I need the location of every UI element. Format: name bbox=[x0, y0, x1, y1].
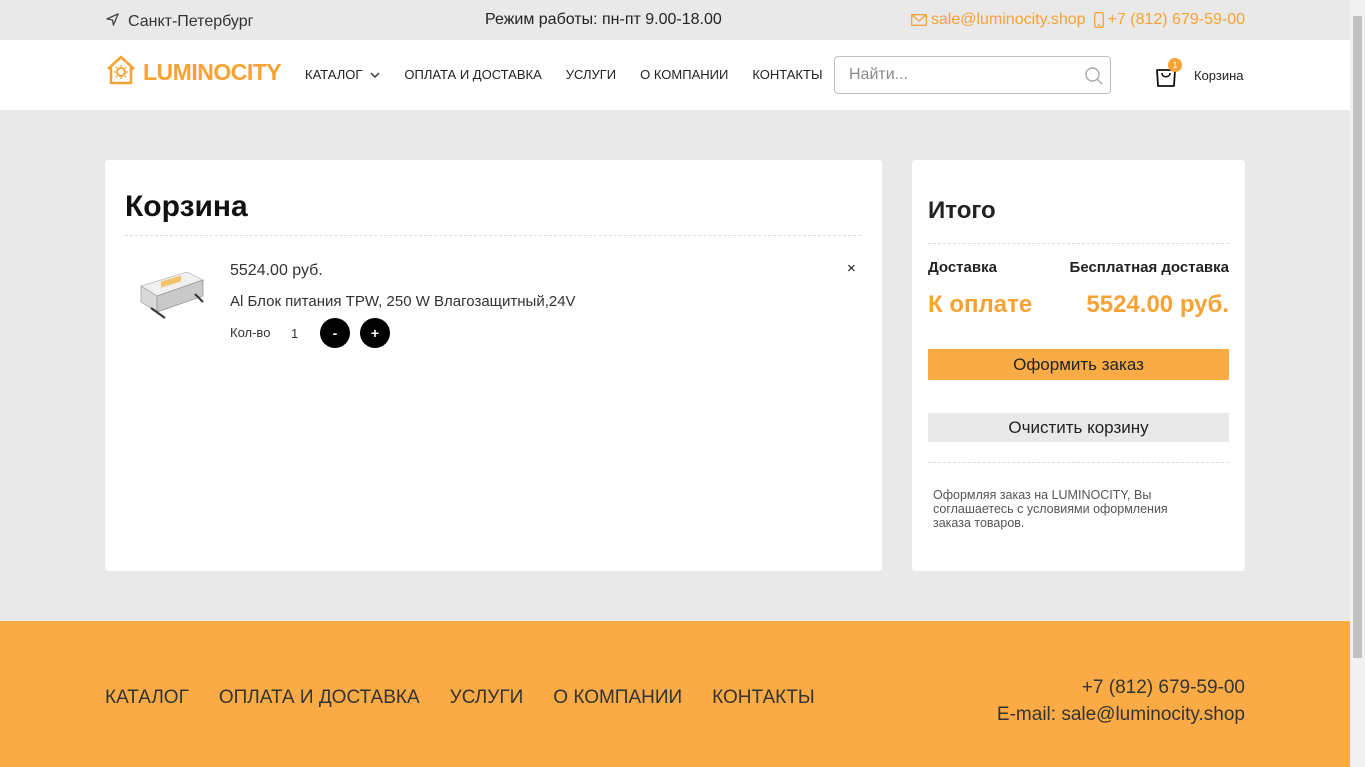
nav-contacts[interactable]: КОНТАКТЫ bbox=[752, 67, 822, 82]
email-text: sale@luminocity.shop bbox=[930, 11, 1086, 28]
top-contacts: sale@luminocity.shop +7 (812) 679-59-00 bbox=[910, 11, 1245, 29]
total-label: К оплате bbox=[928, 291, 1033, 318]
phone-text: +7 (812) 679-59-00 bbox=[1107, 11, 1245, 28]
delivery-label: Доставка bbox=[928, 259, 997, 276]
main-header: LUMINOCITY КАТАЛОГ ОПЛАТА И ДОСТАВКА УСЛ… bbox=[0, 40, 1350, 110]
search-icon[interactable] bbox=[1084, 66, 1104, 91]
location-arrow-icon bbox=[105, 12, 120, 32]
nav-catalog[interactable]: КАТАЛОГ bbox=[305, 67, 380, 82]
phone-link[interactable]: +7 (812) 679-59-00 bbox=[1093, 11, 1245, 29]
divider bbox=[928, 462, 1229, 463]
cart-count-badge: 1 bbox=[1168, 58, 1182, 72]
nav-payment-delivery[interactable]: ОПЛАТА И ДОСТАВКА bbox=[404, 67, 541, 82]
footer-nav-about[interactable]: О КОМПАНИИ bbox=[553, 687, 682, 709]
house-lamp-icon bbox=[105, 55, 137, 90]
search-box bbox=[834, 56, 1111, 94]
divider bbox=[928, 243, 1229, 244]
checkout-button[interactable]: Оформить заказ bbox=[928, 349, 1229, 380]
city-name: Санкт-Петербург bbox=[128, 13, 254, 30]
chevron-down-icon bbox=[370, 67, 380, 82]
order-summary-panel: Итого Доставка Бесплатная доставка К опл… bbox=[912, 160, 1245, 571]
delivery-value: Бесплатная доставка bbox=[1069, 259, 1229, 276]
divider bbox=[125, 235, 861, 236]
footer-phone[interactable]: +7 (812) 679-59-00 bbox=[997, 674, 1245, 701]
nav-about[interactable]: О КОМПАНИИ bbox=[640, 67, 728, 82]
footer-nav-contacts[interactable]: КОНТАКТЫ bbox=[712, 687, 815, 709]
footer-email[interactable]: E-mail: sale@luminocity.shop bbox=[997, 701, 1245, 728]
cart-panel: Корзина 5524.00 руб. Al Блок питания TPW… bbox=[105, 160, 882, 571]
product-image[interactable] bbox=[137, 264, 207, 322]
footer-nav-catalog[interactable]: КАТАЛОГ bbox=[105, 687, 189, 709]
search-input[interactable] bbox=[849, 66, 1079, 84]
footer-nav-services[interactable]: УСЛУГИ bbox=[450, 687, 524, 709]
phone-icon bbox=[1093, 12, 1104, 28]
cart-label: Корзина bbox=[1194, 67, 1244, 83]
footer-contacts: +7 (812) 679-59-00 E-mail: sale@luminoci… bbox=[997, 674, 1245, 728]
item-price: 5524.00 руб. bbox=[230, 262, 323, 279]
header-cart[interactable]: 1 Корзина bbox=[1154, 58, 1244, 88]
mail-icon bbox=[910, 14, 927, 26]
quantity-increase-button[interactable]: + bbox=[360, 318, 390, 348]
working-hours: Режим работы: пн-пт 9.00-18.00 bbox=[485, 11, 722, 28]
logo-text: LUMINOCITY bbox=[143, 59, 282, 85]
quantity-value[interactable]: 1 bbox=[291, 326, 298, 341]
top-info-bar: Санкт-Петербург Режим работы: пн-пт 9.00… bbox=[0, 0, 1350, 40]
footer: КАТАЛОГ ОПЛАТА И ДОСТАВКА УСЛУГИ О КОМПА… bbox=[0, 621, 1350, 767]
summary-title: Итого bbox=[928, 197, 996, 224]
main-nav: КАТАЛОГ ОПЛАТА И ДОСТАВКА УСЛУГИ О КОМПА… bbox=[305, 67, 822, 82]
footer-nav-payment-delivery[interactable]: ОПЛАТА И ДОСТАВКА bbox=[219, 687, 420, 709]
total-value: 5524.00 руб. bbox=[1086, 291, 1229, 318]
item-name[interactable]: Al Блок питания TPW, 250 W Влагозащитный… bbox=[230, 293, 576, 310]
footer-nav: КАТАЛОГ ОПЛАТА И ДОСТАВКА УСЛУГИ О КОМПА… bbox=[105, 687, 815, 709]
nav-services[interactable]: УСЛУГИ bbox=[566, 67, 616, 82]
clear-cart-button[interactable]: Очистить корзину bbox=[928, 413, 1229, 442]
quantity-label: Кол-во bbox=[230, 325, 271, 340]
quantity-decrease-button[interactable]: - bbox=[320, 318, 350, 348]
remove-item-button[interactable]: × bbox=[847, 260, 856, 277]
scrollbar-thumb[interactable] bbox=[1353, 16, 1362, 658]
shopping-bag-icon: 1 bbox=[1154, 58, 1182, 88]
cart-title: Корзина bbox=[125, 190, 248, 223]
page-scrollbar[interactable] bbox=[1350, 0, 1365, 767]
nav-catalog-label: КАТАЛОГ bbox=[305, 67, 363, 82]
city-selector[interactable]: Санкт-Петербург bbox=[105, 12, 253, 32]
email-link[interactable]: sale@luminocity.shop bbox=[910, 11, 1086, 29]
logo[interactable]: LUMINOCITY bbox=[105, 55, 282, 90]
terms-note: Оформляя заказ на LUMINOCITY, Вы соглаша… bbox=[933, 488, 1168, 530]
